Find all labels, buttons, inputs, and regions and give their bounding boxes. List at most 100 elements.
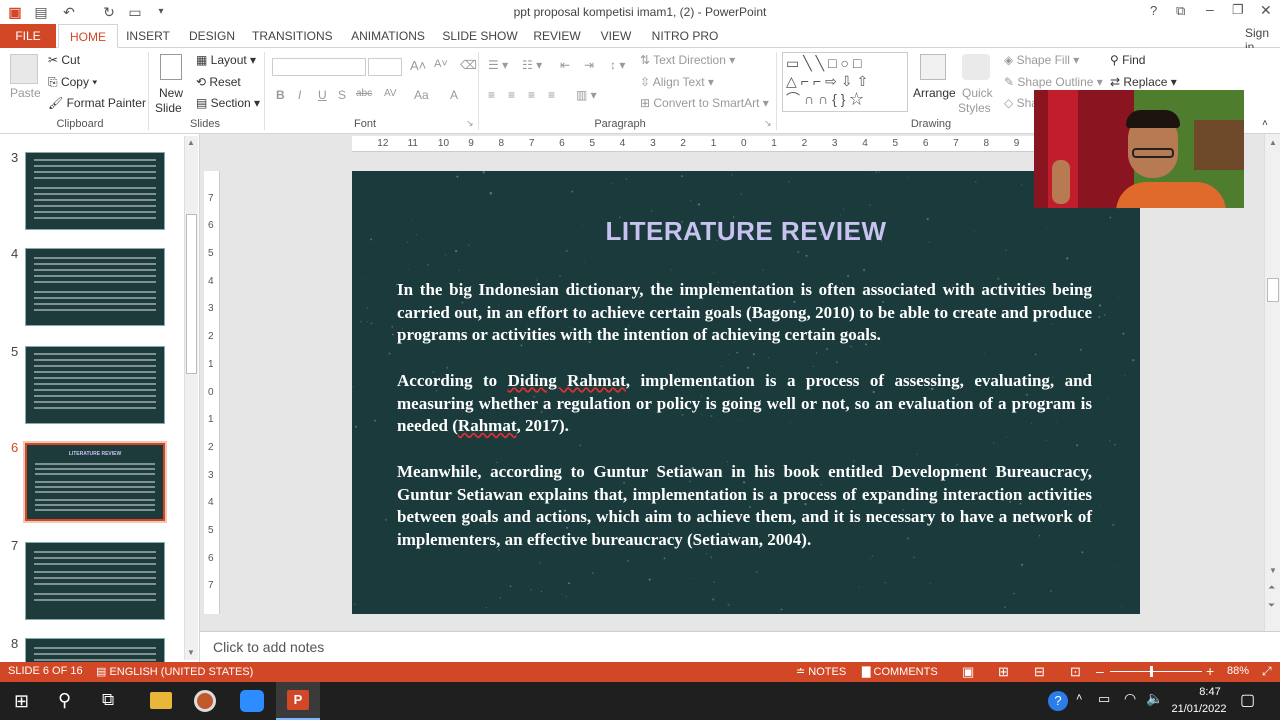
zoom-slider[interactable] xyxy=(1110,671,1202,672)
text-direction-button[interactable]: ⇅ Text Direction ▾ xyxy=(640,53,735,67)
scroll-up-icon[interactable]: ▲ xyxy=(187,138,195,147)
new-slide-label-1[interactable]: New xyxy=(159,86,183,100)
decrease-font-icon[interactable]: A˅ xyxy=(434,58,448,70)
replace-button[interactable]: ⇄ Replace ▾ xyxy=(1110,75,1177,89)
shape-fill-button[interactable]: ◈ Shape Fill ▾ xyxy=(1004,53,1079,67)
thumbnail-slide[interactable] xyxy=(25,248,165,326)
slide-paragraph-3[interactable]: Meanwhile, according to Guntur Setiawan … xyxy=(397,461,1092,552)
shape-outline-button[interactable]: ✎ Shape Outline ▾ xyxy=(1004,75,1103,89)
notification-icon[interactable]: ▢ xyxy=(1240,690,1255,710)
shadow-button[interactable]: S xyxy=(338,88,346,102)
reset-button[interactable]: ⟲ Reset xyxy=(196,75,241,89)
align-left-icon[interactable]: ≡ xyxy=(488,88,495,102)
zoom-in-icon[interactable]: + xyxy=(1206,663,1214,679)
next-slide-icon[interactable]: ⏷ xyxy=(1268,600,1275,611)
cut-button[interactable]: ✂ Cut xyxy=(48,53,80,67)
slide-canvas[interactable]: LITERATURE REVIEW In the big Indonesian … xyxy=(352,171,1140,614)
char-spacing-button[interactable]: AV xyxy=(384,88,397,99)
justify-icon[interactable]: ≡ xyxy=(548,88,555,102)
normal-view-icon[interactable]: ▣ xyxy=(962,664,974,680)
volume-icon[interactable]: 🔈 xyxy=(1146,690,1163,707)
language-status[interactable]: ▤ ENGLISH (UNITED STATES) xyxy=(96,665,253,678)
zoom-app-icon[interactable] xyxy=(240,690,264,712)
columns-icon[interactable]: ▥ ▾ xyxy=(576,88,597,102)
battery-icon[interactable]: ▭ xyxy=(1098,691,1110,707)
wifi-icon[interactable]: ◠ xyxy=(1124,690,1136,707)
slide-sorter-icon[interactable]: ⊞ xyxy=(998,664,1009,680)
underline-button[interactable]: U xyxy=(318,88,327,102)
decrease-indent-icon[interactable]: ⇤ xyxy=(560,58,570,72)
windows-start-icon[interactable]: ⊞ xyxy=(14,691,29,712)
slide-title[interactable]: LITERATURE REVIEW xyxy=(352,216,1140,247)
undo-icon[interactable]: ↶ xyxy=(60,3,78,21)
numbering-icon[interactable]: ☷ ▾ xyxy=(522,58,542,72)
paragraph-dialog-launcher-icon[interactable]: ↘ xyxy=(764,118,772,129)
scroll-up-icon[interactable]: ▲ xyxy=(1269,138,1277,147)
help-tray-icon[interactable]: ? xyxy=(1048,691,1068,711)
clock-time[interactable]: 8:47 xyxy=(1190,686,1230,698)
shapes-gallery[interactable]: ▭╲╲□○□ △⌐⌐⇨⇩⇧ ⌒∩∩{}☆ xyxy=(782,52,908,112)
paste-icon[interactable] xyxy=(10,54,38,84)
ribbon-display-options-icon[interactable]: ⧉ xyxy=(1176,3,1185,19)
change-case-button[interactable]: Aa xyxy=(414,88,429,102)
layout-button[interactable]: ▦ Layout ▾ xyxy=(196,53,256,67)
tab-slide-show[interactable]: SLIDE SHOW xyxy=(442,24,518,48)
thumbnail-slide[interactable] xyxy=(25,542,165,620)
tab-nitro-pro[interactable]: NITRO PRO xyxy=(650,24,720,48)
paste-button[interactable]: Paste xyxy=(10,86,41,100)
slide-show-icon[interactable]: ⊡ xyxy=(1070,664,1081,680)
minimize-icon[interactable]: – xyxy=(1206,1,1214,17)
tab-view[interactable]: VIEW xyxy=(598,24,634,48)
strikethrough-button[interactable]: abc xyxy=(356,88,372,99)
editor-scrollbar[interactable]: ▲ ▼ ⏶ ⏷ xyxy=(1264,134,1280,631)
clear-formatting-icon[interactable]: ⌫ xyxy=(460,58,477,72)
scroll-down-icon[interactable]: ▼ xyxy=(1269,566,1277,575)
powerpoint-taskbar-button[interactable]: P xyxy=(276,682,320,720)
copy-button[interactable]: ⎘ Copy ▾ xyxy=(48,75,97,90)
increase-indent-icon[interactable]: ⇥ xyxy=(584,58,594,72)
tab-animations[interactable]: ANIMATIONS xyxy=(346,24,430,48)
search-icon[interactable]: ⚲ xyxy=(58,690,71,711)
file-explorer-icon[interactable] xyxy=(150,692,172,709)
notes-placeholder[interactable]: Click to add notes xyxy=(213,639,324,655)
notes-pane[interactable]: Click to add notes xyxy=(200,631,1280,662)
tab-design[interactable]: DESIGN xyxy=(186,24,238,48)
thumbnail-slide[interactable] xyxy=(25,152,165,230)
tab-file[interactable]: FILE xyxy=(0,24,56,48)
shape-effects-button[interactable]: ◇ Sha xyxy=(1004,96,1038,110)
close-icon[interactable]: ✕ xyxy=(1260,2,1272,19)
font-dialog-launcher-icon[interactable]: ↘ xyxy=(466,118,474,129)
font-size-box[interactable] xyxy=(368,58,402,76)
notes-toggle[interactable]: ≐ NOTES xyxy=(796,665,846,678)
slide-paragraph-2[interactable]: According to Diding Rahmat, implementati… xyxy=(397,370,1092,438)
quick-styles-icon[interactable] xyxy=(962,54,990,80)
thumbnail-slide[interactable] xyxy=(25,346,165,424)
collapse-ribbon-icon[interactable]: ˄ xyxy=(1262,118,1268,129)
fit-slide-icon[interactable]: ⤢ xyxy=(1262,664,1272,679)
customize-qat-icon[interactable]: ▾ xyxy=(152,3,170,21)
zoom-slider-thumb[interactable] xyxy=(1150,666,1153,677)
align-right-icon[interactable]: ≡ xyxy=(528,88,535,102)
thumbnail-slide-selected[interactable]: LITERATURE REVIEW xyxy=(23,441,167,523)
task-view-icon[interactable]: ⧉ xyxy=(102,690,114,710)
tab-transitions[interactable]: TRANSITIONS xyxy=(252,24,333,48)
comments-toggle[interactable]: ▇ COMMENTS xyxy=(862,665,938,678)
find-button[interactable]: ⚲ Find xyxy=(1110,53,1145,67)
align-text-button[interactable]: ⇳ Align Text ▾ xyxy=(640,75,714,89)
slide-paragraph-1[interactable]: In the big Indonesian dictionary, the im… xyxy=(397,279,1092,347)
increase-font-icon[interactable]: A˄ xyxy=(410,58,426,73)
redo-icon[interactable]: ↻ xyxy=(100,3,118,21)
start-from-beginning-icon[interactable]: ▭ xyxy=(126,3,144,21)
tab-home[interactable]: HOME xyxy=(58,24,118,48)
new-slide-icon[interactable] xyxy=(160,54,182,80)
font-name-box[interactable] xyxy=(272,58,366,76)
bullets-icon[interactable]: ☰ ▾ xyxy=(488,58,508,72)
scrollbar-thumb[interactable] xyxy=(186,214,197,374)
tab-review[interactable]: REVIEW xyxy=(532,24,582,48)
scrollbar-thumb[interactable] xyxy=(1267,278,1279,302)
font-color-button[interactable]: A xyxy=(450,88,458,102)
quick-styles-label-2[interactable]: Styles xyxy=(958,101,991,115)
format-painter-button[interactable]: 🖌 Format Painter xyxy=(48,96,146,110)
tray-overflow-icon[interactable]: ˄ xyxy=(1076,692,1082,704)
zoom-out-icon[interactable]: – xyxy=(1096,663,1104,679)
